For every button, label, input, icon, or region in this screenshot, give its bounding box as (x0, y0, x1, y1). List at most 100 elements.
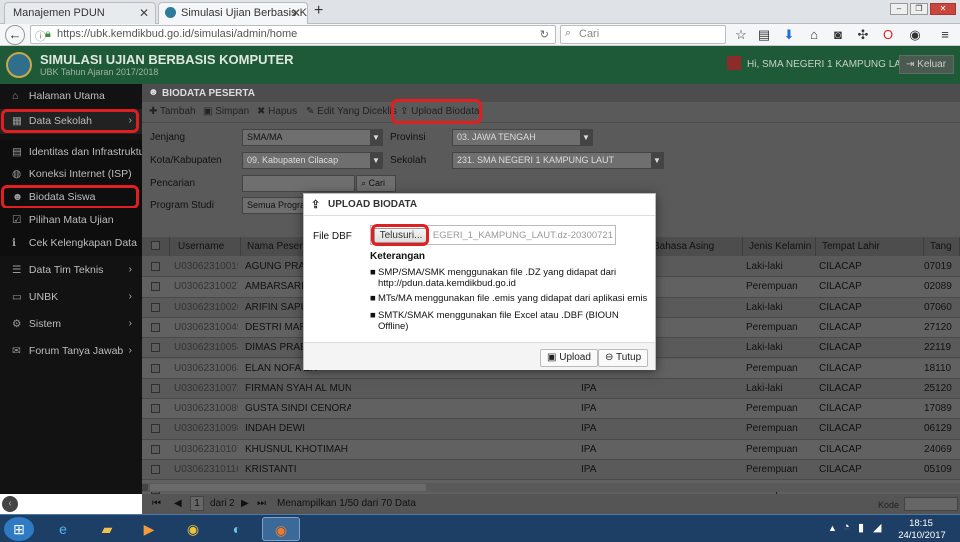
select-all-checkbox[interactable] (151, 241, 160, 250)
save-button[interactable]: ▣ Simpan (203, 106, 249, 117)
table-row[interactable]: U03062310089 GUSTA SINDI CENORA IPA Perempu… (142, 399, 960, 420)
sidebar-item-tim-teknis[interactable]: ☰ Data Tim Teknis › (0, 258, 142, 283)
row-checkbox[interactable] (151, 343, 160, 353)
pager: ⏮ ◀ 1 dari 2 ▶ ⏭ Menampilkan 1/50 dari 7… (142, 494, 960, 514)
logout-button[interactable]: ⇥ Keluar (899, 55, 954, 74)
cell-gender: Perempuan (746, 423, 798, 435)
app-icon[interactable]: ◐ (220, 517, 254, 541)
pocket-icon[interactable]: ◙ (828, 25, 848, 45)
tab-simulasi[interactable]: Simulasi Ujian Berbasis Komp ✕ (158, 2, 308, 24)
tray-flag-icon[interactable]: ▮ (858, 521, 864, 534)
row-checkbox[interactable] (151, 404, 160, 414)
media-icon[interactable]: ▶ (132, 517, 166, 541)
kota-select[interactable]: 09. Kabupaten Cilacap ▼ (242, 152, 383, 169)
firefox-icon[interactable]: ◉ (262, 517, 300, 541)
row-checkbox[interactable] (151, 383, 160, 393)
url-bar[interactable]: ⓘ 🔒︎ https://ubk.kemdikbud.go.id/simulas… (30, 25, 556, 44)
new-tab-button[interactable]: + (314, 2, 323, 20)
clock-time[interactable]: 18:15 (902, 518, 940, 529)
sidebar-item-forum[interactable]: ✉ Forum Tanya Jawab › (0, 339, 142, 364)
close-tab-icon[interactable]: ✕ (291, 6, 301, 20)
provinsi-select[interactable]: 03. JAWA TENGAH ▼ (452, 129, 593, 146)
next-page-icon[interactable]: ▶ (241, 498, 249, 509)
last-page-icon[interactable]: ⏭ (257, 498, 266, 509)
reload-icon[interactable]: ↻ (540, 28, 549, 41)
collapse-sidebar-icon[interactable]: ‹ (2, 496, 18, 512)
chrome-icon[interactable]: ◉ (176, 517, 210, 541)
scroll-thumb[interactable] (150, 484, 426, 491)
folder-icon[interactable]: ▰ (90, 517, 124, 541)
sidebar-item-pilihan-mata-ujian[interactable]: ☑ Pilihan Mata Ujian (0, 208, 142, 233)
first-page-icon[interactable]: ⏮ (152, 498, 161, 509)
column-header-username[interactable]: Username (170, 237, 241, 256)
windows-start-icon[interactable]: ⊞ (4, 517, 34, 541)
row-checkbox[interactable] (151, 465, 160, 474)
row-checkbox[interactable] (151, 322, 160, 332)
sidebar-item-unbk[interactable]: ▭ UNBK › (0, 285, 142, 310)
cari-button[interactable]: ⌕ Cari (356, 175, 396, 192)
cell-date: 22119 (924, 342, 952, 354)
delete-button[interactable]: ✖ Hapus (257, 106, 297, 117)
row-checkbox[interactable] (151, 444, 160, 454)
pencarian-input[interactable] (242, 175, 355, 192)
note-text: SMTK/SMAK menggunakan file Excel atau .D… (378, 310, 619, 332)
table-row[interactable]: U03062310116 KRISTANTI IPA Perempuan CILACAP… (142, 460, 960, 481)
back-arrow-icon[interactable]: ← (5, 25, 25, 45)
row-checkbox[interactable] (151, 424, 160, 434)
page-number-input[interactable]: 1 (190, 496, 204, 511)
menu-icon[interactable]: ≡ (935, 25, 955, 45)
maximize-button[interactable]: ❐ (910, 3, 928, 15)
tray-arrow-icon[interactable]: ▲ (828, 523, 837, 533)
prev-page-icon[interactable]: ◀ (174, 498, 182, 509)
column-header-bahasa-asing[interactable]: Bahasa Asing (653, 237, 743, 256)
cell-gender: Laki-laki (746, 382, 783, 394)
column-header-tanggal[interactable]: Tang (924, 237, 960, 256)
upload-button[interactable]: ▣ Upload (540, 349, 598, 367)
home-icon[interactable]: ⌂ (804, 25, 824, 45)
table-row[interactable]: U03062310107 KHUSNUL KHOTIMAH IPA Perempuan… (142, 439, 960, 460)
row-checkbox[interactable] (151, 262, 160, 271)
lock-icon: 🔒︎ (45, 28, 51, 40)
row-checkbox[interactable] (151, 282, 160, 292)
sidebar-item-sistem[interactable]: ⚙ Sistem › (0, 312, 142, 337)
add-button[interactable]: ✚ Tambah (149, 106, 196, 117)
cell-place: CILACAP (819, 281, 862, 293)
cell-name: GUSTA SINDI CENORA (245, 403, 351, 415)
sidebar-item-halaman-utama[interactable]: ⌂ Halaman Utama (0, 84, 142, 109)
row-checkbox[interactable] (151, 302, 160, 312)
extension-icon[interactable]: ✣ (853, 25, 873, 45)
column-header-tempat-lahir[interactable]: Tempat Lahir (816, 237, 924, 256)
sekolah-select[interactable]: 231. SMA NEGERI 1 KAMPUNG LAUT ▼ (452, 152, 664, 169)
sidebar-item-koneksi[interactable]: ◍ Koneksi Internet (ISP) (0, 162, 142, 187)
bookmark-star-icon[interactable]: ☆ (731, 25, 751, 45)
clock-date[interactable]: 24/10/2017 (898, 530, 946, 541)
cell-place: CILACAP (819, 362, 862, 374)
table-row[interactable]: U03062310072 FIRMAN SYAH AL MUNIR IPA Laki-… (142, 379, 960, 400)
logout-icon: ⇥ (906, 59, 918, 70)
program-studi-select[interactable]: Semua Progran (242, 197, 312, 214)
reading-list-icon[interactable]: ▤ (754, 25, 774, 45)
download-icon[interactable]: ⬇ (779, 25, 799, 45)
close-button[interactable]: ⊖ Tutup (598, 349, 649, 367)
minimize-button[interactable]: – (890, 3, 908, 15)
tray-network-icon[interactable]: ◔ (843, 521, 850, 533)
kode-input[interactable] (904, 497, 958, 511)
horizontal-scrollbar[interactable] (142, 483, 960, 492)
tab-manajemen-pdun[interactable]: Manajemen PDUN ✕ (4, 2, 156, 24)
tray-volume-icon[interactable]: ◢ (873, 521, 881, 534)
ie-icon[interactable]: e (46, 517, 80, 541)
jenjang-select[interactable]: SMA/MA ▼ (242, 129, 383, 146)
cell-prodi: IPA (581, 443, 597, 455)
sidebar-item-cek-kelengkapan[interactable]: ℹ Cek Kelengkapan Data (0, 231, 142, 256)
search-input[interactable]: ⌕ Cari (560, 25, 726, 44)
close-tab-icon[interactable]: ✕ (139, 6, 149, 20)
edit-checked-button[interactable]: ✎ Edit Yang Diceklis (306, 106, 397, 117)
opera-icon[interactable]: O (878, 25, 898, 45)
column-header-jenis-kelamin[interactable]: Jenis Kelamin (743, 237, 816, 256)
cell-place: CILACAP (819, 382, 862, 394)
sync-icon[interactable]: ◉ (905, 25, 925, 45)
note-text: MTs/MA menggunakan file .emis yang didap… (378, 293, 648, 304)
table-row[interactable]: U03062310098 INDAH DEWI IPA Perempuan CILACA… (142, 419, 960, 440)
close-window-button[interactable]: ✕ (930, 3, 956, 15)
row-checkbox[interactable] (151, 363, 160, 373)
